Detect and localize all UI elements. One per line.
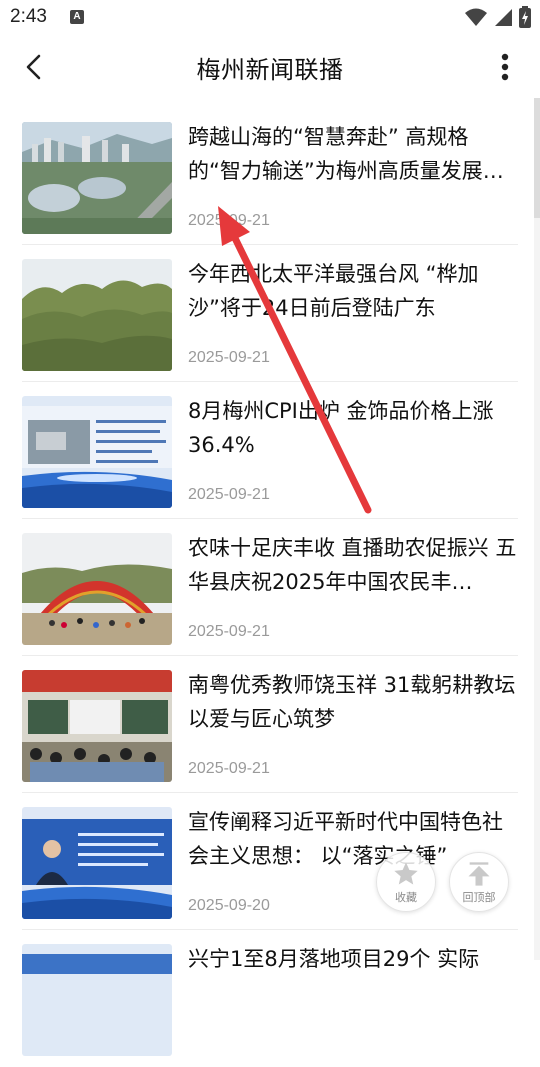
news-thumbnail	[22, 807, 172, 919]
news-item[interactable]: 跨越山海的“智慧奔赴” 高规格的“智力输送”为梅州高质量发展… 2025-09-…	[22, 108, 518, 245]
news-thumbnail	[22, 944, 172, 1056]
star-icon	[394, 862, 418, 885]
news-thumbnail	[22, 396, 172, 508]
scrollbar[interactable]	[534, 98, 540, 960]
news-title: 跨越山海的“智慧奔赴” 高规格的“智力输送”为梅州高质量发展…	[188, 125, 504, 183]
back-to-top-label: 回顶部	[462, 891, 496, 904]
status-icons	[464, 6, 532, 30]
back-to-top-icon	[468, 862, 490, 886]
news-date: 2025-09-21	[188, 212, 270, 229]
favorite-button[interactable]: 收藏	[376, 852, 436, 912]
wifi-icon	[464, 8, 487, 26]
news-date: 2025-09-21	[188, 623, 270, 640]
news-date: 2025-09-21	[188, 486, 270, 503]
news-item[interactable]: 今年西北太平洋最强台风 “桦加沙”将于24日前后登陆广东 2025-09-21	[22, 245, 518, 382]
news-item[interactable]: 农味十足庆丰收 直播助农促振兴 五华县庆祝2025年中国农民丰… 2025-09…	[22, 519, 518, 656]
scrollbar-thumb[interactable]	[534, 98, 540, 218]
status-bar: 2:43 A	[0, 0, 540, 36]
news-title: 农味十足庆丰收 直播助农促振兴 五华县庆祝2025年中国农民丰…	[188, 536, 517, 594]
news-thumbnail	[22, 259, 172, 371]
notification-icon: A	[70, 10, 84, 24]
news-title: 今年西北太平洋最强台风 “桦加沙”将于24日前后登陆广东	[188, 262, 479, 320]
news-thumbnail	[22, 122, 172, 234]
favorite-label: 收藏	[395, 891, 417, 904]
status-time: 2:43	[10, 6, 47, 27]
news-date: 2025-09-20	[188, 897, 270, 914]
more-vertical-icon	[501, 53, 509, 81]
news-item[interactable]: 8月梅州CPI出炉 金饰品价格上涨36.4% 2025-09-21	[22, 382, 518, 519]
news-item[interactable]: 宣传阐释习近平新时代中国特色社会主义思想： 以“落实之锤” 2025-09-20	[22, 793, 518, 930]
news-title: 8月梅州CPI出炉 金饰品价格上涨36.4%	[188, 399, 494, 457]
news-date: 2025-09-21	[188, 349, 270, 366]
news-item[interactable]: 南粤优秀教师饶玉祥 31载躬耕教坛 以爱与匠心筑梦 2025-09-21	[22, 656, 518, 793]
app-header: 梅州新闻联播	[0, 36, 540, 98]
news-thumbnail	[22, 670, 172, 782]
news-item[interactable]: 兴宁1至8月落地项目29个 实际	[22, 930, 518, 1067]
news-title: 南粤优秀教师饶玉祥 31载躬耕教坛 以爱与匠心筑梦	[188, 673, 516, 731]
news-title: 兴宁1至8月落地项目29个 实际	[188, 947, 480, 971]
news-thumbnail	[22, 533, 172, 645]
battery-charging-icon	[519, 6, 531, 28]
news-date: 2025-09-21	[188, 760, 270, 777]
cell-signal-icon	[494, 9, 512, 26]
back-to-top-button[interactable]: 回顶部	[449, 852, 509, 912]
more-options-button[interactable]	[488, 50, 522, 84]
page-title: 梅州新闻联播	[196, 56, 344, 84]
